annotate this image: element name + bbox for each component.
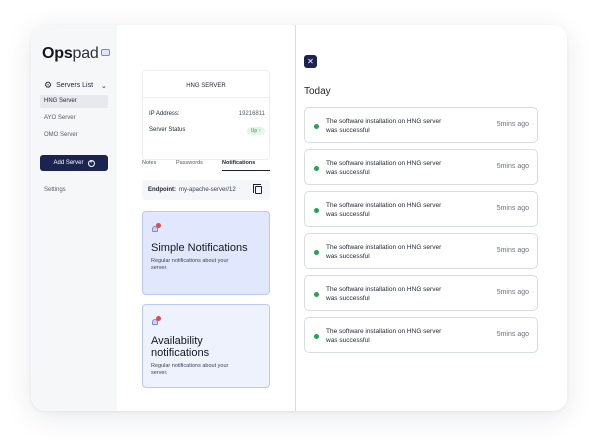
servers-list-label: Servers List [56, 82, 94, 89]
tab-notes[interactable]: Notes [142, 160, 156, 166]
card-description: Regular notifications about your server. [151, 363, 229, 376]
sidebar-item-hng-server[interactable]: HNG Server [40, 95, 108, 108]
notification-message: The software installation on HNG server … [326, 160, 442, 176]
copy-icon[interactable] [253, 184, 262, 194]
status-dot-icon [314, 124, 319, 129]
sidebar-item-omo-server[interactable]: OMO Server [40, 129, 108, 142]
server-detail-panel: HNG SERVER IP Address: 19216811 Server S… [117, 25, 294, 411]
endpoint-field: Endpoint: my-apache-server/12 [142, 180, 270, 200]
servers-list-toggle[interactable]: ⚙ Servers List ⌄ [44, 80, 107, 91]
bell-icon [151, 316, 161, 326]
ip-row: IP Address: 19216811 [149, 111, 265, 117]
notification-message: The software installation on HNG server … [326, 328, 442, 344]
window-icon [100, 49, 110, 56]
simple-notifications-card[interactable]: Simple Notifications Regular notificatio… [142, 211, 270, 295]
notification-message: The software installation on HNG server … [326, 286, 442, 302]
status-badge: Up ↑ [246, 127, 265, 135]
tab-notifications[interactable]: Notifications [222, 160, 265, 166]
divider [143, 97, 269, 98]
notification-time: 5mins ago [496, 121, 529, 128]
card-description: Regular notifications about your server. [151, 258, 229, 271]
chevron-down-icon: ⌄ [101, 82, 107, 90]
tab-passwords[interactable]: Passwords [176, 160, 203, 166]
status-dot-icon [314, 292, 319, 297]
notification-time: 5mins ago [496, 163, 529, 170]
add-server-button[interactable]: Add Server + [40, 155, 108, 171]
notification-item[interactable]: The software installation on HNG server … [304, 317, 538, 353]
notification-item[interactable]: The software installation on HNG server … [304, 233, 538, 269]
status-dot-icon [314, 166, 319, 171]
notification-time: 5mins ago [496, 331, 529, 338]
status-label: Server Status [149, 127, 186, 133]
card-title: Simple Notifications [151, 242, 248, 254]
card-title: Availability notifications [151, 335, 210, 359]
notification-item[interactable]: The software installation on HNG server … [304, 107, 538, 143]
notification-message: The software installation on HNG server … [326, 118, 442, 134]
ip-label: IP Address: [149, 111, 180, 117]
status-dot-icon [314, 208, 319, 213]
endpoint-value: my-apache-server/12 [179, 187, 236, 193]
notifications-drawer: ✕ Today The software installation on HNG… [295, 25, 567, 411]
server-info-card: HNG SERVER IP Address: 19216811 Server S… [142, 70, 270, 160]
ip-value: 19216811 [238, 111, 265, 117]
notification-time: 5mins ago [496, 247, 529, 254]
availability-notifications-card[interactable]: Availability notifications Regular notif… [142, 304, 270, 388]
status-row: Server Status Up ↑ [149, 127, 265, 135]
status-dot-icon [314, 250, 319, 255]
bell-icon [151, 223, 161, 233]
notification-message: The software installation on HNG server … [326, 202, 442, 218]
sidebar: Opspad ⚙ Servers List ⌄ HNG Server AYO S… [31, 25, 117, 411]
plus-circle-icon: + [87, 159, 95, 167]
notification-time: 5mins ago [496, 289, 529, 296]
app-window: Opspad ⚙ Servers List ⌄ HNG Server AYO S… [31, 25, 567, 411]
endpoint-label: Endpoint: [148, 187, 176, 193]
status-dot-icon [314, 334, 319, 339]
notification-item[interactable]: The software installation on HNG server … [304, 149, 538, 185]
add-server-label: Add Server [53, 160, 84, 166]
section-heading: Today [304, 86, 331, 97]
sidebar-item-settings[interactable]: Settings [44, 187, 66, 193]
gear-icon: ⚙ [44, 80, 53, 90]
server-title: HNG SERVER [186, 83, 226, 89]
notification-item[interactable]: The software installation on HNG server … [304, 275, 538, 311]
notification-time: 5mins ago [496, 205, 529, 212]
notification-item[interactable]: The software installation on HNG server … [304, 191, 538, 227]
sidebar-item-ayo-server[interactable]: AYO Server [40, 112, 108, 125]
active-tab-indicator [222, 170, 270, 171]
close-icon[interactable]: ✕ [304, 55, 317, 68]
app-logo[interactable]: Opspad [42, 45, 110, 63]
notification-message: The software installation on HNG server … [326, 244, 442, 260]
